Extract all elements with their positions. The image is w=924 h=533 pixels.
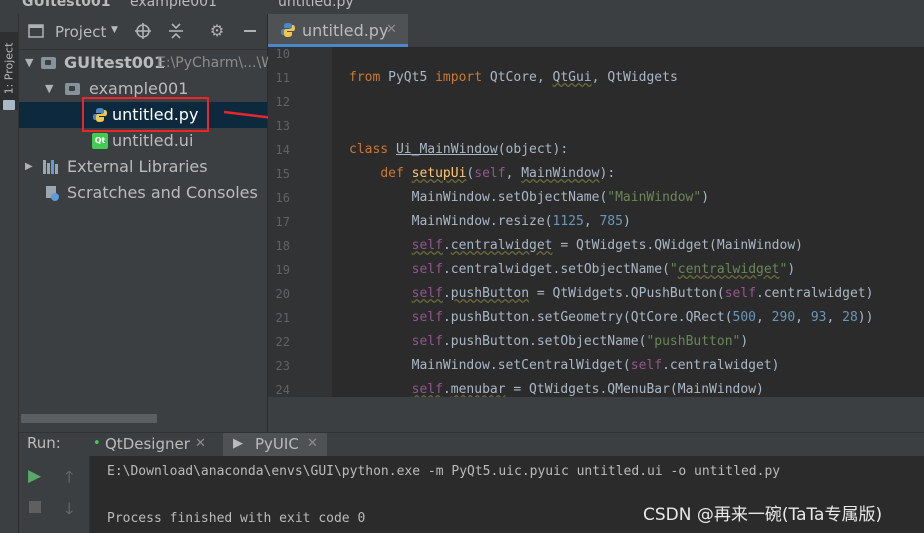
- line-number: 13: [275, 119, 290, 133]
- bottom-tool-stripe: [0, 432, 18, 533]
- code-line-22: self.pushButton.setObjectName("pushButto…: [411, 334, 749, 349]
- library-icon: [43, 160, 60, 174]
- expand-arrow-icon[interactable]: ▼: [25, 50, 33, 76]
- play-icon: ▶: [233, 436, 243, 451]
- code-line-21: self.pushButton.setGeometry(QtCore.QRect…: [411, 310, 874, 325]
- breadcrumb-folder[interactable]: example001: [130, 0, 217, 10]
- project-view-icon: [27, 22, 45, 40]
- project-view-selector[interactable]: Project: [55, 23, 106, 41]
- console-command-line: E:\Download\anaconda\envs\GUI\python.exe…: [107, 464, 781, 479]
- line-number: 14: [275, 143, 290, 157]
- tree-item-root[interactable]: ▼ GUItest001 E:\PyCharm\...\Wor: [19, 50, 289, 76]
- code-line-15: def setupUi(self, MainWindow):: [380, 166, 616, 181]
- code-line-20: self.pushButton = QtWidgets.QPushButton(…: [411, 286, 874, 301]
- rerun-play-icon[interactable]: ▶: [28, 466, 41, 486]
- chevron-down-icon[interactable]: ▼: [111, 25, 118, 35]
- folder-icon: [41, 57, 56, 69]
- folder-icon: [3, 100, 15, 110]
- horizontal-scrollbar[interactable]: [21, 414, 157, 423]
- breadcrumb-file[interactable]: untitled.py: [278, 0, 354, 10]
- gear-icon[interactable]: ⚙: [208, 22, 226, 40]
- line-number: 17: [275, 215, 290, 229]
- line-number: 21: [275, 311, 290, 325]
- close-icon[interactable]: ✕: [386, 22, 397, 37]
- line-number: 12: [275, 95, 290, 109]
- tree-item-label: External Libraries: [67, 157, 208, 176]
- folder-icon: [65, 83, 80, 95]
- close-icon[interactable]: ✕: [307, 433, 318, 455]
- line-number: 19: [275, 263, 290, 277]
- project-tab-label: 1: Project: [2, 42, 16, 95]
- code-line-18: self.centralwidget = QtWidgets.QWidget(M…: [411, 238, 803, 253]
- code-line-14: class Ui_MainWindow(object):: [349, 142, 569, 157]
- project-panel: Project ▼ ⚙ ▼ GUItest001 E:\PyCharm\...\…: [19, 14, 289, 432]
- tree-item-scratches[interactable]: Scratches and Consoles: [19, 180, 267, 206]
- editor-gutter: 10 11 12 13 14 15 16 17 18 19 20 21 22 2…: [268, 47, 332, 397]
- code-line-11: from PyQt5 import QtCore, QtGui, QtWidge…: [349, 70, 678, 85]
- editor-tab-bar: untitled.py ✕: [268, 14, 924, 48]
- line-number: 18: [275, 239, 290, 253]
- line-number: 10: [275, 47, 290, 61]
- project-panel-header: Project ▼ ⚙: [19, 14, 267, 50]
- run-toolbar: ▶ 🡑 🡓: [19, 456, 90, 533]
- line-number: 23: [275, 359, 290, 373]
- line-number: 16: [275, 191, 290, 205]
- code-line-19: self.centralwidget.setObjectName("centra…: [411, 262, 796, 277]
- expand-arrow-icon[interactable]: ▼: [45, 76, 53, 102]
- line-number: 11: [275, 71, 290, 85]
- line-number: 22: [275, 335, 290, 349]
- code-line-24: self.menubar = QtWidgets.QMenuBar(MainWi…: [411, 382, 764, 397]
- tree-item-external-libraries[interactable]: ▶ External Libraries: [19, 154, 267, 180]
- breadcrumb-bar: GUItest001 example001 untitled.py: [0, 0, 924, 14]
- arrow-up-icon[interactable]: 🡑: [65, 466, 73, 493]
- watermark: CSDN @再来一碗(TaTa专属版): [643, 505, 883, 525]
- close-icon[interactable]: ✕: [195, 433, 206, 455]
- qt-dot-icon: •: [93, 436, 101, 451]
- run-label: Run:: [27, 434, 61, 452]
- run-tool-window-header: Run: • QtDesigner ✕ ▶ PyUIC ✕: [19, 432, 924, 457]
- run-tab-pyuic[interactable]: ▶ PyUIC ✕: [223, 433, 327, 457]
- tree-item-label: GUItest001: [64, 53, 166, 72]
- console-exit-message: Process finished with exit code 0: [107, 511, 366, 526]
- line-number: 20: [275, 287, 290, 301]
- arrow-down-icon[interactable]: 🡓: [65, 498, 73, 525]
- left-tool-stripe: 1: Project: [0, 14, 19, 432]
- expand-arrow-icon[interactable]: ▶: [25, 154, 33, 180]
- python-file-icon: [281, 23, 295, 37]
- breadcrumb-project[interactable]: GUItest001: [22, 0, 111, 10]
- code-line-23: MainWindow.setCentralWidget(self.central…: [349, 358, 780, 373]
- code-editor[interactable]: from PyQt5 import QtCore, QtGui, QtWidge…: [332, 47, 924, 397]
- editor-bottom-area: [268, 397, 924, 432]
- code-line-17: MainWindow.resize(1125, 785): [349, 214, 631, 229]
- line-number: 15: [275, 167, 290, 181]
- code-line-16: MainWindow.setObjectName("MainWindow"): [349, 190, 710, 205]
- scratches-icon: [46, 186, 59, 201]
- project-tool-window-tab[interactable]: 1: Project: [0, 32, 18, 110]
- qt-file-icon: Qt: [92, 133, 108, 149]
- annotation-highlight-box: [82, 97, 209, 132]
- tree-item-label: Scratches and Consoles: [67, 183, 258, 202]
- hide-panel-icon[interactable]: [241, 22, 259, 40]
- collapse-all-icon[interactable]: [167, 22, 185, 40]
- run-tab-label: QtDesigner: [105, 435, 190, 453]
- run-tab-qtdesigner[interactable]: • QtDesigner ✕: [85, 433, 215, 457]
- run-tab-label: PyUIC: [255, 435, 299, 453]
- tab-label: untitled.py: [302, 21, 389, 40]
- locate-target-icon[interactable]: [134, 22, 152, 40]
- stop-icon[interactable]: [29, 501, 41, 513]
